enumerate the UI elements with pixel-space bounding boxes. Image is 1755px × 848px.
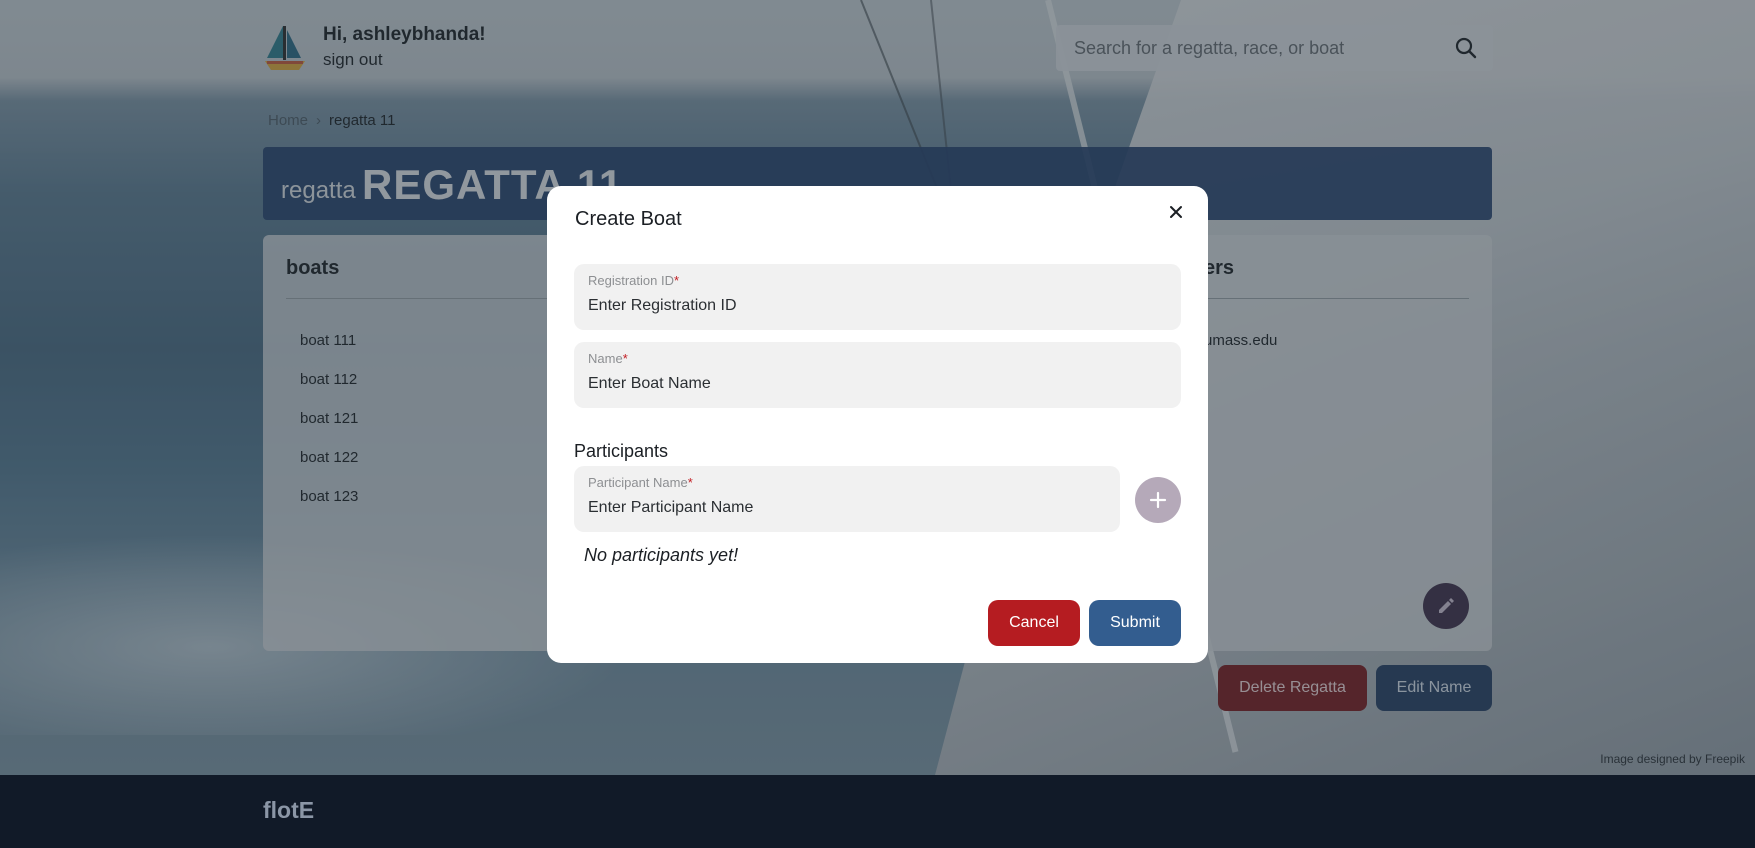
registration-id-field: Registration ID*: [574, 264, 1181, 330]
modal-title: Create Boat: [575, 208, 682, 230]
footer: flotE: [0, 775, 1755, 848]
submit-button[interactable]: Submit: [1089, 600, 1181, 646]
participant-name-input[interactable]: [588, 496, 1098, 520]
close-icon: [1170, 206, 1182, 218]
boat-name-input[interactable]: [588, 372, 1158, 396]
participant-name-field: Participant Name*: [574, 466, 1120, 532]
cancel-button[interactable]: Cancel: [988, 600, 1080, 646]
required-mark: *: [673, 273, 680, 288]
participant-name-label: Participant Name*: [588, 475, 693, 490]
boat-name-field: Name*: [574, 342, 1181, 408]
close-button[interactable]: [1164, 200, 1188, 224]
required-mark: *: [687, 475, 693, 490]
add-participant-button[interactable]: [1135, 477, 1181, 523]
registration-id-input[interactable]: [588, 294, 1158, 318]
required-mark: *: [622, 351, 628, 366]
registration-id-label: Registration ID*: [588, 273, 680, 288]
plus-icon: [1149, 491, 1167, 509]
create-boat-modal: Create Boat Registration ID* Name* Parti…: [547, 186, 1208, 663]
participants-heading: Participants: [574, 441, 669, 461]
boat-name-label: Name*: [588, 351, 628, 366]
footer-brand-logo[interactable]: flotE: [263, 797, 314, 824]
empty-participants-text: No participants yet!: [584, 545, 739, 565]
